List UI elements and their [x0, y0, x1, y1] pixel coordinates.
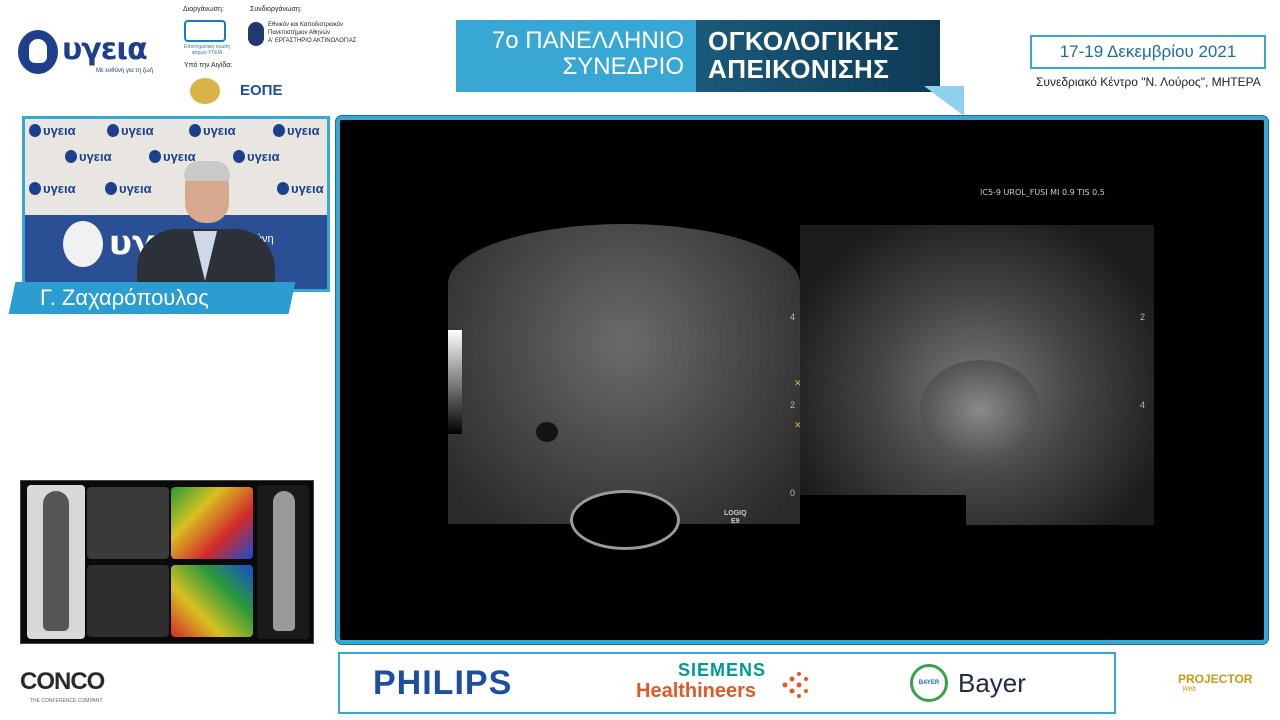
- banner-right-panel: ΟΓΚΟΛΟΓΙΚΗΣ ΑΠΕΙΚΟΝΙΣΗΣ: [696, 20, 940, 92]
- grayscale-bar: [448, 330, 462, 434]
- projector-sub: Web: [1182, 686, 1197, 693]
- wall-logo: υγεια: [65, 149, 112, 164]
- banner-decor: [924, 86, 964, 116]
- wall-logo: υγεια: [277, 181, 324, 196]
- banner-line-4: ΑΠΕΙΚΟΝΙΣΗΣ: [708, 54, 890, 84]
- thumb-axial-2: [87, 565, 169, 637]
- wall-logo: υγεια: [233, 149, 280, 164]
- device-line2: E9: [731, 518, 740, 525]
- conco-tagline: THE CONFERENCE COMPANY: [30, 698, 103, 704]
- mri-tick: 2: [1140, 312, 1146, 322]
- wall-logo: υγεια: [107, 123, 154, 138]
- depth-tick: 0: [790, 488, 796, 498]
- ygeia-logo-text: υγεια: [62, 32, 148, 67]
- healthineers-dots-icon: [782, 672, 808, 698]
- slide-thumbnail: [20, 480, 314, 644]
- banner-line-1: 7ο ΠΑΝΕΛΛΗΝΙΟ: [491, 27, 684, 54]
- thumb-body-silhouette: [273, 491, 295, 631]
- conference-stream-frame: υγεια Με ευθύνη για τη ζωή Διοργάνωση: Ε…: [0, 0, 1280, 720]
- eope-logo: ΕΟΠΕ: [240, 82, 283, 99]
- speaker-hair: [184, 161, 230, 181]
- ultrasound-probe-window: [570, 490, 680, 550]
- thumb-skeleton: [43, 491, 69, 631]
- banner-left-panel: 7ο ΠΑΝΕΛΛΗΝΙΟ ΣΥΝΕΔΡΙΟ: [456, 20, 696, 92]
- wall-logo: υγεια: [189, 123, 236, 138]
- wall-logo: υγεια: [29, 181, 76, 196]
- backdrop-head-icon: [63, 221, 103, 267]
- mri-prostate: [920, 360, 1040, 460]
- coorganizer-label: Συνδιοργάνωση:: [250, 6, 302, 13]
- wall-logo: υγεια: [105, 181, 152, 196]
- ultrasound-lesion: [536, 422, 558, 442]
- mri-tick: 4: [1140, 400, 1146, 410]
- university-seal-icon: [248, 22, 264, 46]
- event-venue: Συνεδριακό Κέντρο "Ν. Λούρος", ΜΗΤΕΡΑ: [1036, 75, 1261, 89]
- device-line1: LOGIQ: [724, 510, 747, 517]
- device-label: LOGIQ E9: [724, 510, 747, 526]
- depth-tick: 2: [790, 400, 796, 410]
- conference-title-banner: 7ο ΠΑΝΕΛΛΗΝΙΟ ΣΥΝΕΔΡΙΟ ΟΓΚΟΛΟΓΙΚΗΣ ΑΠΕΙΚ…: [456, 20, 940, 92]
- coorganizer-line1: Εθνικόν και Καποδιστριακόν: [268, 22, 344, 28]
- ygeia-logo-tagline: Με ευθύνη για τη ζωή: [96, 68, 154, 74]
- thumb-axial-1: [87, 487, 169, 559]
- conco-logo: CONCO: [20, 668, 105, 695]
- caliper-marker: ✕: [794, 420, 802, 430]
- thumb-colormap-2: [171, 565, 253, 637]
- organizer-logo-icon: [184, 20, 226, 42]
- society-seal-icon: [190, 78, 220, 104]
- wall-logo: υγεια: [149, 149, 196, 164]
- ygeia-head-icon: [18, 30, 58, 74]
- bayer-logo: Bayer: [958, 668, 1026, 698]
- mri-mask: [800, 495, 966, 525]
- bayer-cross-icon: BAYER: [910, 664, 948, 702]
- depth-tick: 4: [790, 312, 796, 322]
- organizer-name: Επιστημονική ένωση ιατρών ΥΓΕΙΑ: [183, 44, 231, 56]
- ultrasound-image: [448, 224, 800, 524]
- speaker-name: Γ. Ζαχαρόπουλος: [40, 285, 209, 310]
- philips-logo: PHILIPS: [373, 664, 513, 702]
- ultrasound-meta: IC5-9 UROL_FUSI MI 0.9 TIS 0.5: [980, 188, 1105, 197]
- banner-line-3: ΟΓΚΟΛΟΓΙΚΗΣ: [708, 26, 900, 56]
- wall-logo: υγεια: [29, 123, 76, 138]
- organizer-label: Διοργάνωση:: [183, 6, 224, 13]
- auspices-label: Υπό την Αιγίδα:: [184, 62, 233, 69]
- siemens-logo: SIEMENS: [678, 660, 767, 680]
- coorganizer-line2: Πανεπιστήμιον Αθηνών: [268, 30, 331, 36]
- caliper-marker: ✕: [794, 378, 802, 388]
- healthineers-logo: Healthineers: [636, 680, 757, 702]
- banner-line-2: ΣΥΝΕΔΡΙΟ: [562, 53, 684, 80]
- wall-logo: υγεια: [273, 123, 320, 138]
- coorganizer-line3: Α' ΕΡΓΑΣΤΗΡΙΟ ΑΚΤΙΝΟΛΟΓΙΑΣ: [268, 38, 357, 44]
- event-dates: 17-19 Δεκεμβρίου 2021: [1030, 35, 1266, 69]
- speaker-video: υγεια υγεια υγεια υγεια υγεια υγεια υγει…: [22, 116, 330, 292]
- ygeia-logo: υγεια Με ευθύνη για τη ζωή: [18, 30, 158, 80]
- projector-logo: PROJECTOR: [1178, 672, 1253, 686]
- thumb-colormap-1: [171, 487, 253, 559]
